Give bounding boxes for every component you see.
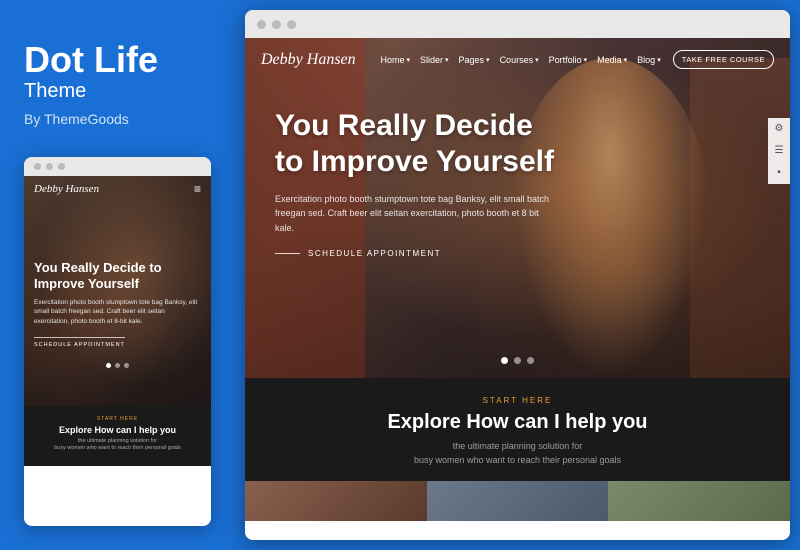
site-hero-text: You Really Decide to Improve Yourself Ex… xyxy=(275,108,555,258)
mini-browser-content: Debby Hansen ≡ You Really Decide to Impr… xyxy=(24,176,211,523)
bottom-image-1 xyxy=(245,481,427,521)
mini-dot-red xyxy=(34,163,41,170)
hero-slide-dot-1[interactable] xyxy=(501,357,508,364)
main-browser: Debby Hansen Home ▾ Slider ▾ Pages ▾ Cou… xyxy=(245,10,790,540)
mini-dot-yellow xyxy=(46,163,53,170)
mini-dot-green xyxy=(58,163,65,170)
explore-title: Explore How can I help you xyxy=(265,411,770,434)
main-browser-content: Debby Hansen Home ▾ Slider ▾ Pages ▾ Cou… xyxy=(245,38,790,540)
mini-slide-dots xyxy=(24,363,211,368)
bottom-image-2 xyxy=(427,481,609,521)
mini-browser-preview: Debby Hansen ≡ You Really Decide to Impr… xyxy=(24,157,211,526)
mini-explore-title: Explore How can I help you xyxy=(34,425,201,435)
sidebar-icon-settings[interactable]: ⚙ xyxy=(768,118,790,140)
mini-slide-dot-2 xyxy=(115,363,120,368)
site-hero-cta: SCHEDULE APPOINTMENT xyxy=(275,249,555,258)
site-hero-slide-dots xyxy=(245,357,790,364)
right-sidebar-icons: ⚙ ☰ ▪ xyxy=(768,118,790,184)
explore-sub1: the ultimate planning solution for xyxy=(265,440,770,454)
main-dot-red xyxy=(257,20,266,29)
site-bottom-section: START HERE Explore How can I help you th… xyxy=(245,378,790,481)
right-panel: Debby Hansen Home ▾ Slider ▾ Pages ▾ Cou… xyxy=(235,0,800,550)
sidebar-icon-grid[interactable]: ▪ xyxy=(768,162,790,184)
mini-slide-dot-1 xyxy=(106,363,111,368)
site-hero-divider-line xyxy=(275,253,300,254)
site-nav-links: Home ▾ Slider ▾ Pages ▾ Courses ▾ Portfo… xyxy=(380,55,660,65)
site-hero-cta-text[interactable]: SCHEDULE APPOINTMENT xyxy=(308,249,441,258)
site-logo: Debby Hansen xyxy=(261,51,356,69)
main-browser-bar xyxy=(245,10,790,38)
mini-hero-title: You Really Decide to Improve Yourself xyxy=(34,260,201,294)
explore-sub2: busy women who want to reach their perso… xyxy=(265,454,770,468)
left-panel: Dot Life Theme By ThemeGoods Debby Hanse… xyxy=(0,0,235,550)
theme-title: Dot Life Theme By ThemeGoods xyxy=(24,40,211,157)
nav-link-slider[interactable]: Slider ▾ xyxy=(420,55,449,65)
mini-bottom-section: START HERE Explore How can I help you th… xyxy=(24,406,211,466)
site-nav: Debby Hansen Home ▾ Slider ▾ Pages ▾ Cou… xyxy=(245,38,790,81)
site-hero: You Really Decide to Improve Yourself Ex… xyxy=(245,38,790,378)
nav-link-home[interactable]: Home ▾ xyxy=(380,55,410,65)
bottom-image-3 xyxy=(608,481,790,521)
take-free-course-button[interactable]: TAKE FREE COURSE xyxy=(673,50,774,69)
site-hero-title: You Really Decide to Improve Yourself xyxy=(275,108,555,180)
main-dot-yellow xyxy=(272,20,281,29)
sidebar-icon-menu[interactable]: ☰ xyxy=(768,140,790,162)
nav-link-blog[interactable]: Blog ▾ xyxy=(637,55,661,65)
mini-explore-sub2: busy women who want to reach their perso… xyxy=(34,445,201,453)
mini-hamburger-icon: ≡ xyxy=(194,182,201,196)
bottom-image-strip xyxy=(245,481,790,521)
hero-slide-dot-3[interactable] xyxy=(527,357,534,364)
nav-link-pages[interactable]: Pages ▾ xyxy=(459,55,490,65)
mini-hero-text: You Really Decide to Improve Yourself Ex… xyxy=(34,260,201,351)
nav-link-courses[interactable]: Courses ▾ xyxy=(500,55,539,65)
mini-start-here: START HERE xyxy=(34,416,201,422)
hero-slide-dot-2[interactable] xyxy=(514,357,521,364)
mini-slide-dot-3 xyxy=(124,363,129,368)
site-hero-description: Exercitation photo booth stumptown tote … xyxy=(275,192,555,235)
nav-link-media[interactable]: Media ▾ xyxy=(597,55,627,65)
start-here-label: START HERE xyxy=(265,396,770,405)
main-dot-green xyxy=(287,20,296,29)
mini-browser-bar xyxy=(24,157,211,176)
nav-link-portfolio[interactable]: Portfolio ▾ xyxy=(549,55,588,65)
mini-nav: Debby Hansen ≡ xyxy=(24,176,211,202)
mini-site-logo: Debby Hansen xyxy=(34,183,99,195)
mini-hero-description: Exercitation photo booth stumptown tote … xyxy=(34,298,201,325)
mini-cta-button: SCHEDULE APPOINTMENT xyxy=(34,337,125,348)
mini-explore-sub1: the ultimate planning solution for xyxy=(34,438,201,446)
mini-hero-image: Debby Hansen ≡ You Really Decide to Impr… xyxy=(24,176,211,406)
